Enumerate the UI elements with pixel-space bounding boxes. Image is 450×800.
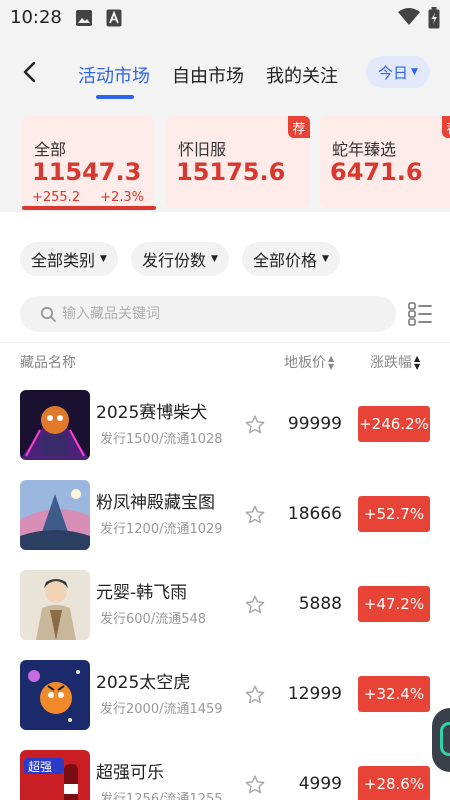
index-card-all[interactable]: 全部 11547.3 +255.2 +2.3% xyxy=(22,116,154,208)
index-name: 怀旧服 xyxy=(178,140,227,159)
item-change-badge: +246.2% xyxy=(358,406,430,442)
back-button[interactable] xyxy=(14,56,44,88)
recommend-badge: 荐 xyxy=(288,116,310,138)
item-supply: 发行2000/流通1459 xyxy=(100,702,223,717)
index-change: +255.2 xyxy=(32,190,81,205)
item-change-badge: +52.7% xyxy=(358,496,430,532)
item-floor-price: 18666 xyxy=(287,504,342,524)
item-thumbnail xyxy=(20,660,90,730)
sort-desc-icon: ▲ ▼ xyxy=(414,354,421,371)
search-input[interactable] xyxy=(62,306,362,322)
item-floor-price: 5888 xyxy=(298,594,342,614)
tab-my-follows[interactable]: 我的关注 xyxy=(266,62,338,88)
item-title: 超强可乐 xyxy=(96,763,164,783)
item-floor-price: 4999 xyxy=(298,774,342,794)
price-column-label: 地板价 xyxy=(284,355,326,371)
list-header: 藏品名称 地板价 ▲ ▼ 涨跌幅 ▲ ▼ xyxy=(0,342,450,378)
list-item[interactable]: 粉凤神殿藏宝图 发行1200/流通1029 18666 +52.7% xyxy=(0,474,450,564)
recommend-badge: 荐 xyxy=(442,116,450,138)
caret-down-icon: ▼ xyxy=(100,254,107,264)
index-value: 6471.6 xyxy=(330,158,423,186)
item-title: 元婴-韩飞雨 xyxy=(96,583,188,603)
list-item[interactable]: 元婴-韩飞雨 发行600/流通548 5888 +47.2% xyxy=(0,564,450,654)
period-label: 今日 xyxy=(378,63,409,82)
item-supply: 发行600/流通548 xyxy=(100,612,207,627)
index-value: 11547.3 xyxy=(32,158,142,186)
star-icon[interactable] xyxy=(244,774,266,796)
floating-assistant-button[interactable] xyxy=(432,708,450,772)
star-icon[interactable] xyxy=(244,414,266,436)
chevron-left-icon xyxy=(23,61,36,83)
price-sort-header[interactable]: 地板价 ▲ ▼ xyxy=(284,352,334,372)
item-supply: 发行1200/流通1029 xyxy=(100,522,223,537)
list-view-icon[interactable] xyxy=(408,301,432,327)
item-floor-price: 12999 xyxy=(287,684,342,704)
price-filter-label: 全部价格 xyxy=(253,251,318,270)
index-card-nostalgia[interactable]: 怀旧服 15175.6 荐 xyxy=(166,116,310,208)
index-value: 15175.6 xyxy=(176,158,286,186)
a-icon xyxy=(106,9,122,31)
active-tab-indicator xyxy=(96,95,134,99)
list-item[interactable]: 超强 超强可乐 发行1256/流通1255 4999 +28.6% xyxy=(0,744,450,800)
category-filter-label: 全部类别 xyxy=(31,251,96,270)
period-selector[interactable]: 今日 ▼ xyxy=(366,56,430,88)
index-cards: 全部 11547.3 +255.2 +2.3% 怀旧服 15175.6 荐 蛇年… xyxy=(0,110,450,212)
gallery-icon xyxy=(75,9,93,31)
item-floor-price: 99999 xyxy=(287,414,342,434)
status-time: 10:28 xyxy=(10,7,62,28)
filter-section: 全部类别 ▼ 发行份数 ▼ 全部价格 ▼ xyxy=(0,212,450,342)
change-column-label: 涨跌幅 xyxy=(370,355,412,371)
selected-index-indicator xyxy=(22,206,156,210)
issue-count-filter-label: 发行份数 xyxy=(142,251,207,270)
item-thumbnail xyxy=(20,390,90,460)
thumb-text: 超强 xyxy=(28,759,52,774)
top-navigation: 活动市场 自由市场 我的关注 今日 ▼ xyxy=(0,36,450,110)
category-filter[interactable]: 全部类别 ▼ xyxy=(20,242,118,276)
issue-count-filter[interactable]: 发行份数 ▼ xyxy=(131,242,229,276)
search-bar xyxy=(20,296,396,332)
item-title: 2025赛博柴犬 xyxy=(96,403,208,423)
star-icon[interactable] xyxy=(244,684,266,706)
item-supply: 发行1256/流通1255 xyxy=(100,792,223,800)
tab-activity-market[interactable]: 活动市场 xyxy=(78,62,150,88)
assistant-icon xyxy=(440,722,450,756)
item-thumbnail: 超强 xyxy=(20,750,90,800)
index-change-pct: +2.3% xyxy=(100,190,144,205)
caret-down-icon: ▼ xyxy=(322,254,329,264)
item-thumbnail xyxy=(20,480,90,550)
item-change-badge: +32.4% xyxy=(358,676,430,712)
index-name: 蛇年臻选 xyxy=(332,140,397,159)
search-icon xyxy=(40,306,56,322)
star-icon[interactable] xyxy=(244,504,266,526)
index-name: 全部 xyxy=(34,140,67,159)
item-title: 2025太空虎 xyxy=(96,673,191,693)
item-change-badge: +28.6% xyxy=(358,766,430,800)
wifi-icon xyxy=(398,8,420,30)
item-supply: 发行1500/流通1028 xyxy=(100,432,223,447)
item-change-badge: +47.2% xyxy=(358,586,430,622)
name-column-header: 藏品名称 xyxy=(20,355,76,371)
index-card-snake-year[interactable]: 蛇年臻选 6471.6 荐 xyxy=(320,116,450,208)
star-icon[interactable] xyxy=(244,594,266,616)
status-bar: 10:28 xyxy=(0,0,450,36)
price-filter[interactable]: 全部价格 ▼ xyxy=(242,242,340,276)
caret-down-icon: ▼ xyxy=(211,254,218,264)
list-item[interactable]: 2025太空虎 发行2000/流通1459 12999 +32.4% xyxy=(0,654,450,744)
change-sort-header[interactable]: 涨跌幅 ▲ ▼ xyxy=(370,352,420,372)
item-title: 粉凤神殿藏宝图 xyxy=(96,493,215,513)
list-item[interactable]: 2025赛博柴犬 发行1500/流通1028 99999 +246.2% xyxy=(0,384,450,474)
battery-icon xyxy=(428,7,440,33)
sort-icon: ▲ ▼ xyxy=(328,354,335,371)
tab-free-market[interactable]: 自由市场 xyxy=(172,62,244,88)
caret-down-icon: ▼ xyxy=(411,67,418,77)
item-thumbnail xyxy=(20,570,90,640)
